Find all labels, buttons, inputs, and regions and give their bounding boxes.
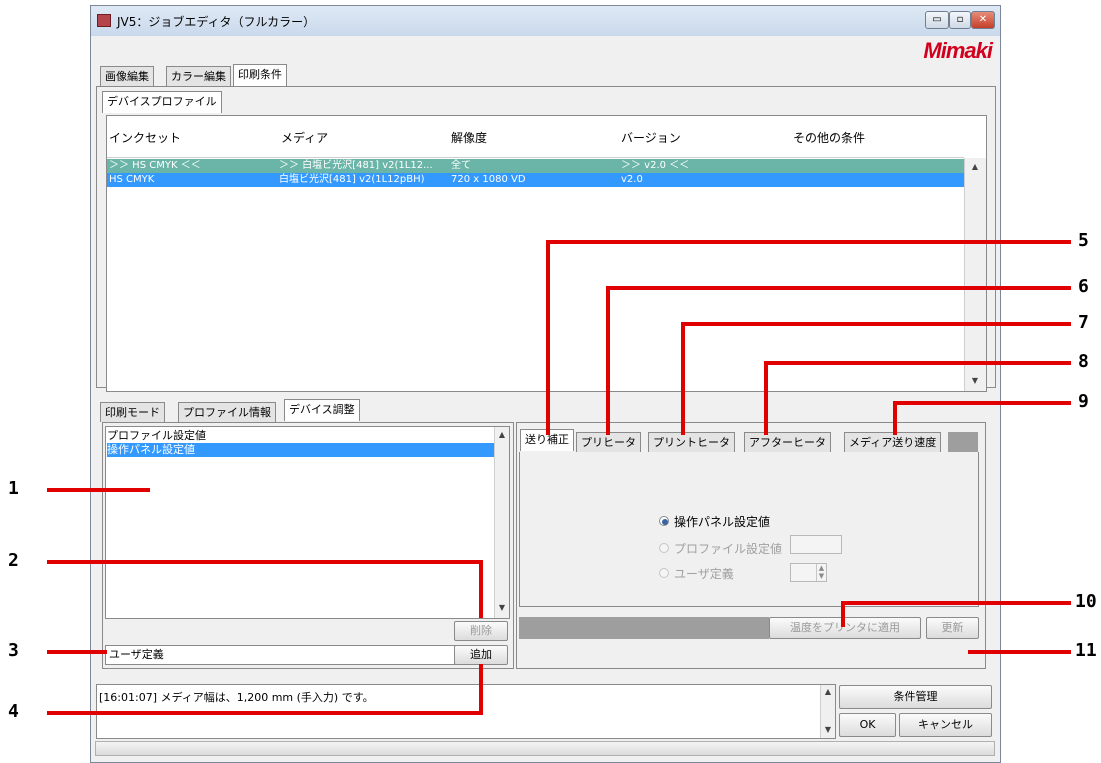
list-scrollbar[interactable]: ▲ ▼: [494, 427, 509, 618]
callout-number-10: 10: [1075, 591, 1097, 612]
callout-line-6: [606, 286, 1071, 290]
scroll-up-icon[interactable]: ▲: [821, 687, 835, 696]
callout-line-5: [546, 240, 1071, 244]
col-version[interactable]: バージョン: [621, 129, 681, 146]
radio-profile-label: プロファイル設定値: [674, 542, 783, 556]
callout-number-9: 9: [1078, 391, 1089, 412]
radio-panel-setting[interactable]: [659, 516, 669, 526]
callout-line-9-vert: [893, 401, 897, 435]
col-inkset[interactable]: インクセット: [109, 129, 181, 146]
scroll-down-icon[interactable]: ▼: [965, 376, 985, 385]
title-bar: JV5：ジョブエディタ（フルカラー） ▭ ▫ ✕: [91, 6, 1000, 36]
mimaki-logo: Mimaki: [923, 38, 993, 63]
radio-user-label: ユーザ定義: [674, 567, 734, 581]
callout-line-3: [47, 650, 107, 654]
tab-device-adjust[interactable]: デバイス調整: [284, 399, 360, 421]
callout-line-7: [681, 322, 1071, 326]
callout-number-7: 7: [1078, 312, 1089, 333]
profile-value-field[interactable]: [790, 535, 842, 554]
table-scrollbar[interactable]: ▲ ▼: [964, 158, 986, 391]
app-icon: [97, 14, 111, 27]
callout-number-4: 4: [8, 701, 19, 722]
callout-line-11: [968, 650, 1071, 654]
scroll-up-icon[interactable]: ▲: [965, 162, 985, 171]
callout-number-5: 5: [1078, 230, 1089, 251]
log-scrollbar[interactable]: ▲ ▼: [820, 685, 835, 738]
radio-panel-label: 操作パネル設定値: [674, 515, 771, 529]
callout-line-10: [841, 601, 1071, 605]
spinner-arrows-icon[interactable]: ▲ ▼: [816, 564, 826, 581]
callout-line-5-vert: [546, 240, 550, 435]
tab-print-heater[interactable]: プリントヒータ: [648, 432, 735, 452]
callout-line-4-vert: [479, 664, 483, 715]
callout-line-6-vert: [606, 286, 610, 435]
status-bar: [95, 741, 995, 756]
tab-after-heater[interactable]: アフターヒータ: [744, 432, 831, 452]
callout-number-3: 3: [8, 640, 19, 661]
callout-line-10-vert: [841, 601, 845, 627]
callout-number-2: 2: [8, 550, 19, 571]
heater-status-strip: [519, 617, 769, 639]
tab-device-profile[interactable]: デバイスプロファイル: [102, 91, 222, 113]
tab-pre-heater[interactable]: プリヒータ: [576, 432, 641, 452]
list-item[interactable]: 操作パネル設定値: [107, 443, 494, 457]
tab-image-edit[interactable]: 画像編集: [100, 66, 154, 86]
tab-media-feed-speed[interactable]: メディア送り速度: [844, 432, 942, 452]
tab-strip-filler: [948, 432, 978, 452]
callout-number-11: 11: [1075, 640, 1097, 661]
minimize-icon[interactable]: ▭: [925, 11, 949, 29]
add-button[interactable]: 追加: [454, 645, 508, 665]
delete-button[interactable]: 削除: [454, 621, 508, 641]
user-def-input[interactable]: ユーザ定義: [105, 645, 500, 665]
radio-user-def[interactable]: [659, 568, 669, 578]
callout-line-7-vert: [681, 322, 685, 435]
maximize-icon[interactable]: ▫: [949, 11, 971, 29]
tab-color-edit[interactable]: カラー編集: [166, 66, 231, 86]
callout-number-8: 8: [1078, 351, 1089, 372]
scroll-down-icon[interactable]: ▼: [821, 725, 835, 734]
update-button[interactable]: 更新: [926, 617, 979, 639]
callout-line-2-vert: [479, 560, 483, 618]
scroll-up-icon[interactable]: ▲: [495, 430, 509, 439]
callout-line-8: [764, 361, 1071, 365]
list-item[interactable]: プロファイル設定値: [107, 429, 494, 443]
callout-number-6: 6: [1078, 276, 1089, 297]
settings-list[interactable]: プロファイル設定値 操作パネル設定値 ▲ ▼: [105, 426, 510, 619]
log-text: [16:01:07] メディア幅は、1,200 mm (手入力) です。: [99, 691, 374, 704]
close-icon[interactable]: ✕: [971, 11, 995, 29]
callout-line-4: [47, 711, 483, 715]
col-resolution[interactable]: 解像度: [451, 129, 487, 146]
condition-mgmt-button[interactable]: 条件管理: [839, 685, 992, 709]
user-value-spinner[interactable]: ▲ ▼: [790, 563, 827, 582]
table-row[interactable]: ＞＞ HS CMYK ＜＜ ＞＞ 白塩ビ光沢[481] v2(1L12... 全…: [107, 159, 964, 173]
callout-number-1: 1: [8, 478, 19, 499]
callout-line-9: [893, 401, 1071, 405]
tab-print-conditions[interactable]: 印刷条件: [233, 64, 287, 86]
tab-print-mode[interactable]: 印刷モード: [100, 402, 165, 422]
callout-line-2: [47, 560, 483, 564]
col-media[interactable]: メディア: [281, 129, 328, 146]
tab-profile-info[interactable]: プロファイル情報: [178, 402, 276, 422]
apply-temp-button[interactable]: 温度をプリンタに適用: [769, 617, 921, 639]
window-title: JV5：ジョブエディタ（フルカラー）: [117, 15, 316, 29]
callout-line-8-vert: [764, 361, 768, 435]
callout-line-1: [47, 488, 150, 492]
scroll-down-icon[interactable]: ▼: [495, 603, 509, 612]
table-row[interactable]: HS CMYK 白塩ビ光沢[481] v2(1L12pBH) 720 x 108…: [107, 173, 964, 187]
ok-button[interactable]: OK: [839, 713, 896, 737]
col-other-conditions[interactable]: その他の条件: [793, 129, 865, 146]
radio-profile-setting[interactable]: [659, 543, 669, 553]
cancel-button[interactable]: キャンセル: [899, 713, 992, 737]
table-header: インクセット メディア 解像度 バージョン その他の条件: [107, 116, 964, 158]
